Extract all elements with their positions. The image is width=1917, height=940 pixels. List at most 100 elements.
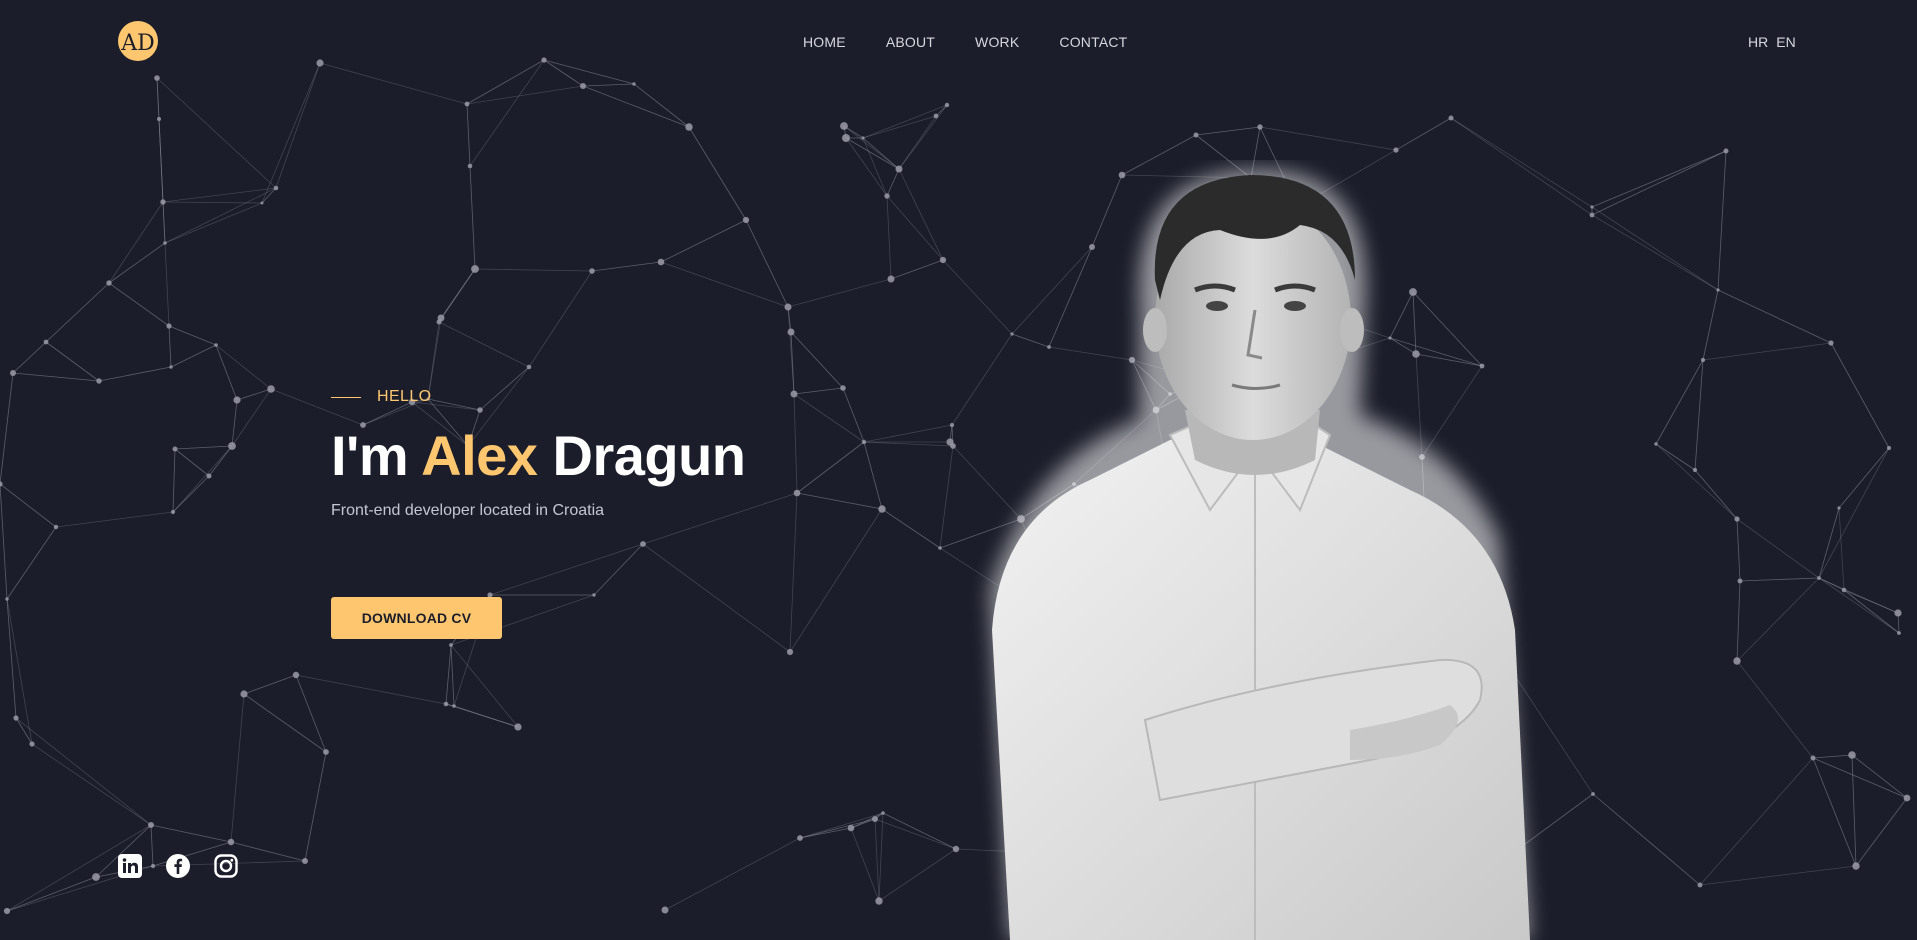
network-node bbox=[938, 546, 942, 550]
network-node bbox=[797, 835, 803, 841]
network-link bbox=[688, 126, 747, 221]
nav-work[interactable]: WORK bbox=[975, 34, 1019, 50]
network-link bbox=[1736, 518, 1820, 579]
network-node bbox=[872, 816, 878, 822]
lang-hr[interactable]: HR bbox=[1748, 34, 1768, 50]
network-link bbox=[1739, 577, 1820, 582]
network-link bbox=[1812, 757, 1857, 867]
network-link bbox=[863, 424, 953, 443]
network-link bbox=[108, 201, 164, 284]
network-node bbox=[786, 648, 794, 656]
network-link bbox=[12, 372, 100, 382]
network-node bbox=[467, 163, 473, 169]
network-node bbox=[157, 117, 161, 121]
facebook-icon[interactable] bbox=[166, 854, 190, 878]
network-node bbox=[1817, 576, 1821, 580]
network-link bbox=[469, 165, 476, 270]
network-node bbox=[944, 102, 950, 108]
network-link bbox=[168, 325, 217, 346]
network-link bbox=[243, 693, 327, 753]
network-link bbox=[172, 475, 210, 513]
network-link bbox=[882, 812, 957, 850]
network-node bbox=[233, 396, 241, 404]
network-link bbox=[863, 441, 954, 447]
network-link bbox=[1655, 359, 1704, 445]
network-link bbox=[450, 644, 455, 707]
network-link bbox=[45, 282, 110, 343]
network-node bbox=[949, 422, 955, 428]
network-node bbox=[847, 824, 855, 832]
network-link bbox=[842, 387, 865, 443]
network-link bbox=[162, 187, 277, 203]
network-link bbox=[172, 445, 233, 513]
network-link bbox=[787, 278, 892, 308]
network-link bbox=[261, 62, 321, 204]
network-link bbox=[790, 331, 844, 389]
network-link bbox=[886, 195, 892, 280]
network-node bbox=[881, 811, 885, 815]
network-node bbox=[169, 365, 173, 369]
language-switcher: HR EN bbox=[1748, 34, 1796, 50]
network-link bbox=[1655, 443, 1738, 520]
logo[interactable]: AD bbox=[118, 21, 158, 61]
network-link bbox=[6, 598, 17, 719]
network-link bbox=[878, 812, 884, 902]
network-node bbox=[148, 822, 154, 828]
network-node bbox=[154, 75, 160, 81]
network-node bbox=[292, 671, 300, 679]
network-node bbox=[43, 339, 49, 345]
network-node bbox=[939, 256, 947, 264]
network-link bbox=[1818, 577, 1845, 591]
nav-contact[interactable]: CONTACT bbox=[1059, 34, 1127, 50]
network-node bbox=[1810, 755, 1816, 761]
network-link bbox=[445, 644, 452, 705]
network-node bbox=[1716, 288, 1720, 292]
network-link bbox=[0, 483, 57, 528]
instagram-icon[interactable] bbox=[214, 854, 238, 878]
network-link bbox=[0, 483, 8, 600]
network-link bbox=[1592, 793, 1701, 886]
network-link bbox=[1591, 214, 1719, 291]
network-link bbox=[174, 448, 210, 477]
network-node bbox=[5, 597, 9, 601]
network-node bbox=[514, 723, 522, 731]
network-node bbox=[471, 265, 479, 273]
network-node bbox=[878, 505, 886, 513]
network-link bbox=[793, 387, 844, 395]
network-node bbox=[933, 113, 939, 119]
network-node bbox=[1903, 794, 1911, 802]
network-link bbox=[1843, 589, 1899, 614]
network-link bbox=[164, 242, 170, 327]
linkedin-icon[interactable] bbox=[118, 854, 142, 878]
network-node bbox=[163, 241, 167, 245]
network-link bbox=[1702, 289, 1719, 361]
network-node bbox=[1848, 751, 1856, 759]
network-link bbox=[450, 644, 519, 728]
nav-about[interactable]: ABOUT bbox=[886, 34, 935, 50]
network-link bbox=[863, 441, 883, 510]
network-node bbox=[875, 897, 883, 905]
network-link bbox=[55, 511, 174, 528]
heading-last-name: Dragun bbox=[552, 424, 747, 487]
nav-home[interactable]: HOME bbox=[803, 34, 846, 50]
network-node bbox=[1591, 792, 1595, 796]
network-link bbox=[582, 85, 690, 128]
network-node bbox=[580, 83, 586, 89]
network-node bbox=[632, 82, 636, 86]
network-link bbox=[150, 824, 232, 843]
network-link bbox=[582, 83, 635, 87]
network-node bbox=[952, 845, 960, 853]
network-link bbox=[474, 268, 593, 272]
network-link bbox=[1843, 589, 1900, 634]
network-node bbox=[302, 858, 308, 864]
network-link bbox=[45, 341, 100, 382]
network-link bbox=[796, 492, 883, 510]
lang-en[interactable]: EN bbox=[1776, 34, 1795, 50]
network-node bbox=[1897, 631, 1901, 635]
network-link bbox=[593, 543, 644, 596]
network-link bbox=[164, 187, 277, 244]
network-link bbox=[1195, 126, 1261, 136]
network-link bbox=[15, 717, 152, 826]
network-link bbox=[1838, 447, 1890, 509]
download-cv-button[interactable]: DOWNLOAD CV bbox=[331, 597, 502, 639]
